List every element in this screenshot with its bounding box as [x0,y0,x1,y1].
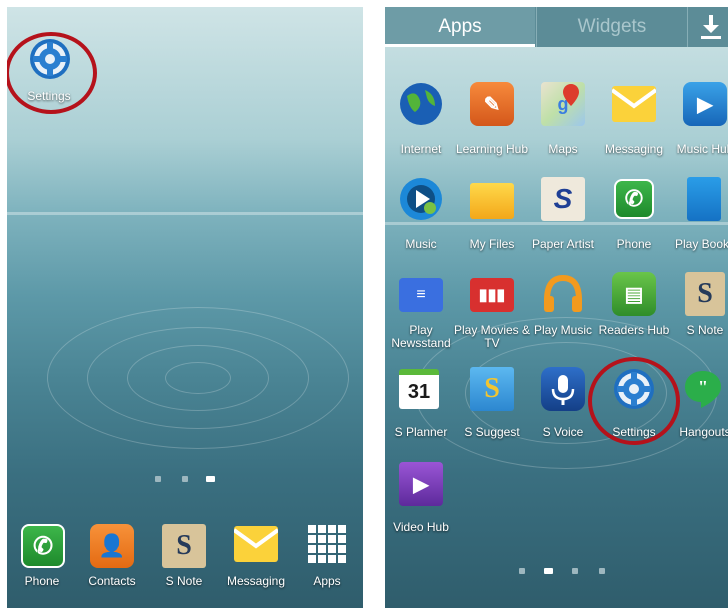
app-s-note[interactable]: S S Note [669,272,728,362]
music-icon [400,178,442,220]
app-label: Video Hub [393,520,449,534]
messaging-icon [610,86,658,122]
dock-label: S Note [165,574,203,588]
highlight-ring [7,32,97,114]
app-phone[interactable]: ✆ Phone [598,177,670,267]
app-label: Music Hub [676,142,728,156]
messaging-icon [232,526,280,562]
calendar-icon: 31 [399,369,439,409]
app-play-books[interactable]: Play Books [669,177,728,267]
app-label: Phone [616,237,652,251]
app-readers-hub[interactable]: ▤ Readers Hub [598,272,670,362]
app-music-hub[interactable]: ▶ Music Hub [669,82,728,172]
microphone-icon [541,367,585,411]
dock-item-phone[interactable]: ✆ Phone [7,517,77,597]
page-dot [182,476,188,482]
s-note-icon: S [685,272,725,316]
dock-label: Apps [313,574,341,588]
maps-icon: g [541,82,585,126]
contacts-icon: 👤 [90,524,134,568]
dock-item-messaging[interactable]: Messaging [217,517,295,597]
app-play-newsstand[interactable]: ≡ Play Newsstand [385,272,457,362]
app-play-music[interactable]: Play Music [527,272,599,362]
tab-apps[interactable]: Apps [385,7,535,47]
app-label: S Planner [394,425,448,439]
app-messaging[interactable]: Messaging [598,82,670,172]
film-icon: ▮▮▮ [470,278,514,312]
app-label: Paper Artist [531,237,595,251]
app-s-planner[interactable]: 31 S Planner [385,367,457,457]
readers-hub-icon: ▤ [612,272,656,316]
app-learning-hub[interactable]: ✎ Learning Hub [456,82,528,172]
home-screen: Settings ✆ Phone 👤 Contacts S S Note Mes… [7,7,363,608]
page-dot [572,568,578,574]
app-label: Maps [548,142,578,156]
app-s-suggest[interactable]: S S Suggest [456,367,528,457]
app-paper-artist[interactable]: S Paper Artist [527,177,599,267]
app-label: Learning Hub [455,142,529,156]
dock-item-s-note[interactable]: S S Note [147,517,217,597]
page-dot [599,568,605,574]
app-label: Play Music [533,323,592,337]
page-dot [519,568,525,574]
dock: ✆ Phone 👤 Contacts S S Note Messaging Ap… [7,517,363,608]
app-label: My Files [469,237,515,251]
learning-hub-icon: ✎ [470,82,514,126]
dock-item-apps[interactable]: Apps [295,517,363,597]
download-button[interactable] [687,7,728,47]
music-hub-icon: ▶ [683,82,727,126]
paper-artist-icon: S [541,177,585,221]
apps-grid-icon [308,525,346,563]
app-label: Internet [400,142,442,156]
app-drawer: Apps Widgets Internet ✎ Learning Hub g M… [385,7,728,608]
app-label: Music [405,237,437,251]
dock-item-contacts[interactable]: 👤 Contacts [77,517,147,597]
app-label: Play Movies & TV [453,323,531,350]
app-label: S Voice [542,425,584,439]
app-music[interactable]: Music [385,177,457,267]
app-my-files[interactable]: My Files [456,177,528,267]
drawer-tab-bar: Apps Widgets [385,7,728,47]
s-note-icon: S [162,524,206,568]
app-label: Hangouts [679,425,728,439]
hangouts-icon: " [685,371,721,408]
globe-icon [400,83,442,125]
video-hub-icon: ▶ [399,462,443,506]
page-dot [155,476,161,482]
page-dot-active [206,476,215,482]
app-label: S Note [686,323,724,337]
phone-icon: ✆ [21,524,65,568]
app-hangouts[interactable]: " Hangouts [669,367,728,457]
app-play-movies[interactable]: ▮▮▮ Play Movies & TV [454,272,530,362]
app-maps[interactable]: g Maps [527,82,599,172]
play-books-icon [687,177,721,221]
app-label: Play Newsstand [391,323,451,350]
phone-icon: ✆ [614,179,654,219]
s-suggest-icon: S [470,367,514,411]
download-icon [701,15,721,39]
app-label: Play Books [674,237,728,251]
app-s-voice[interactable]: S Voice [527,367,599,457]
dock-label: Phone [24,574,60,588]
folder-icon [470,183,514,219]
headphones-icon [544,274,582,312]
newsstand-icon: ≡ [399,278,443,312]
dock-label: Messaging [226,574,286,588]
svg-text:": " [698,377,708,397]
page-dot-active [544,568,553,574]
app-label: Messaging [604,142,664,156]
app-internet[interactable]: Internet [385,82,457,172]
app-video-hub[interactable]: ▶ Video Hub [385,462,457,552]
app-label: S Suggest [464,425,520,439]
tab-widgets[interactable]: Widgets [536,7,687,47]
app-label: Readers Hub [598,323,670,337]
dock-label: Contacts [88,574,136,588]
